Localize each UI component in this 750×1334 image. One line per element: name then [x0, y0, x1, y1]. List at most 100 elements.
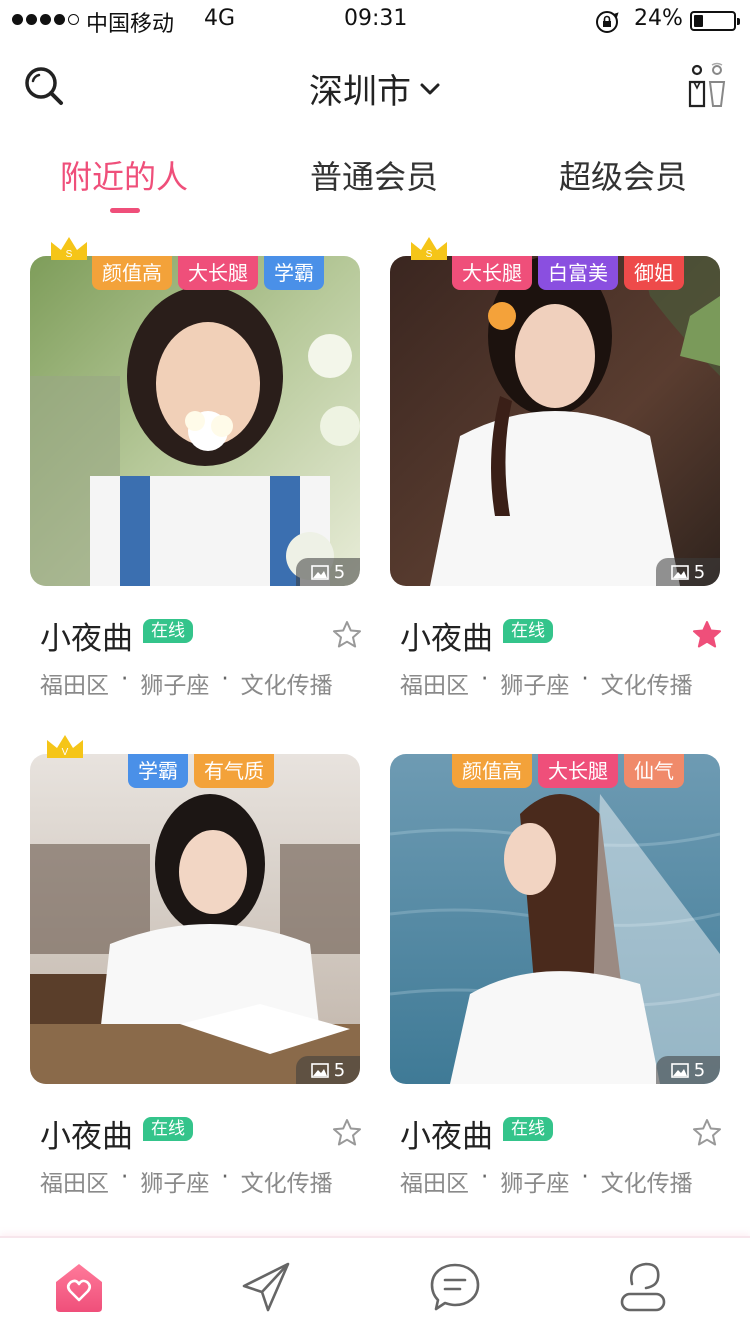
- paper-plane-icon[interactable]: [240, 1260, 294, 1314]
- name-row: 小夜曲 在线: [40, 1108, 362, 1158]
- photo-count-badge: 5: [656, 558, 720, 586]
- separator-dot: ·: [121, 1164, 129, 1190]
- user-name: 小夜曲: [400, 620, 493, 657]
- user-district: 福田区: [40, 673, 109, 699]
- image-icon: [670, 1062, 689, 1078]
- user-name: 小夜曲: [400, 1118, 493, 1155]
- photo-count: 5: [693, 1059, 706, 1081]
- name-row: 小夜曲 在线: [400, 610, 722, 660]
- separator-dot: ·: [581, 666, 589, 692]
- photo-count-badge: 5: [296, 1056, 360, 1084]
- crown-letter: S: [426, 249, 433, 260]
- crown-icon: S: [51, 237, 87, 260]
- online-badge: 在线: [503, 619, 553, 643]
- user-info: 福田区 · 狮子座 · 文化传播: [400, 1164, 693, 1198]
- user-industry: 文化传播: [240, 1171, 333, 1197]
- user-industry: 文化传播: [600, 1171, 693, 1197]
- tab-regular-members[interactable]: 普通会员: [310, 152, 438, 198]
- photo-count-badge: 5: [656, 1056, 720, 1084]
- online-badge: 在线: [503, 1117, 553, 1141]
- image-icon: [310, 1062, 329, 1078]
- user-photo[interactable]: 5: [30, 256, 360, 586]
- user-name: 小夜曲: [40, 1118, 133, 1155]
- separator-dot: ·: [481, 1164, 489, 1190]
- tag-list: 大长腿 白富美 御姐: [452, 256, 684, 290]
- separator-dot: ·: [581, 1164, 589, 1190]
- user-industry: 文化传播: [240, 673, 333, 699]
- crown-icon: S: [411, 237, 447, 260]
- active-tab-indicator: [110, 208, 140, 213]
- tag-list: 学霸 有气质: [128, 754, 274, 788]
- favorite-star-icon[interactable]: [692, 1118, 722, 1148]
- crown-letter: S: [66, 249, 73, 260]
- tag-label: 有气质: [194, 754, 274, 788]
- tag-label: 学霸: [128, 754, 188, 788]
- portrait-photo: [30, 256, 360, 586]
- user-photo[interactable]: 5: [390, 256, 720, 586]
- status-bar: 中国移动 4G 09:31 24%: [0, 0, 750, 40]
- separator-dot: ·: [221, 666, 229, 692]
- tag-label: 白富美: [538, 256, 618, 290]
- name-row: 小夜曲 在线: [40, 610, 362, 660]
- couple-icon[interactable]: [684, 62, 730, 110]
- favorite-star-icon[interactable]: [692, 620, 722, 650]
- photo-count: 5: [333, 561, 346, 583]
- user-zodiac: 狮子座: [500, 673, 570, 699]
- separator-dot: ·: [481, 666, 489, 692]
- separator-dot: ·: [221, 1164, 229, 1190]
- city-selector[interactable]: 深圳市: [0, 64, 750, 113]
- profile-icon[interactable]: [616, 1260, 670, 1314]
- user-name: 小夜曲: [40, 620, 133, 657]
- chevron-down-icon: [420, 83, 440, 94]
- user-card[interactable]: 5 学霸 有气质 V 小夜曲 在线 福田区 · 狮子座 · 文化传播: [30, 735, 362, 1204]
- portrait-photo: [390, 754, 720, 1084]
- crown-letter: V: [62, 747, 69, 758]
- favorite-star-icon[interactable]: [332, 620, 362, 650]
- user-info: 福田区 · 狮子座 · 文化传播: [40, 1164, 333, 1198]
- image-icon: [670, 564, 689, 580]
- network-type: 4G: [204, 6, 236, 31]
- chat-bubble-icon[interactable]: [428, 1260, 482, 1314]
- online-badge: 在线: [143, 1117, 193, 1141]
- portrait-photo: [390, 256, 720, 586]
- photo-count: 5: [693, 561, 706, 583]
- portrait-photo: [30, 754, 360, 1084]
- user-photo[interactable]: 5: [390, 754, 720, 1084]
- user-info: 福田区 · 狮子座 · 文化传播: [40, 666, 333, 700]
- user-district: 福田区: [400, 673, 469, 699]
- tab-nearby[interactable]: 附近的人: [60, 152, 188, 198]
- rotation-lock-icon: [596, 11, 619, 33]
- user-district: 福田区: [400, 1171, 469, 1197]
- battery-icon: [690, 11, 740, 31]
- photo-count-badge: 5: [296, 558, 360, 586]
- user-photo[interactable]: 5: [30, 754, 360, 1084]
- name-row: 小夜曲 在线: [400, 1108, 722, 1158]
- tag-label: 大长腿: [452, 256, 532, 290]
- online-badge: 在线: [143, 619, 193, 643]
- home-heart-icon[interactable]: [52, 1260, 106, 1314]
- user-district: 福田区: [40, 1171, 109, 1197]
- carrier-name: 中国移动: [86, 12, 175, 37]
- tag-label: 学霸: [264, 256, 324, 290]
- user-info: 福田区 · 狮子座 · 文化传播: [400, 666, 693, 700]
- battery-percentage: 24%: [634, 6, 683, 31]
- bottom-tab-bar: [0, 1236, 750, 1334]
- user-zodiac: 狮子座: [140, 1171, 210, 1197]
- tag-label: 大长腿: [178, 256, 258, 290]
- category-tabs: 附近的人 普通会员 超级会员: [0, 140, 750, 220]
- tag-label: 颜值高: [452, 754, 532, 788]
- tag-label: 仙气: [624, 754, 684, 788]
- user-card[interactable]: 5 颜值高 大长腿 仙气 小夜曲 在线 福田区 · 狮子座 · 文化传播: [390, 754, 722, 1204]
- user-card[interactable]: 5 颜值高 大长腿 学霸 S 小夜曲 在线 福田区 · 狮子座 · 文化传播: [30, 237, 362, 706]
- favorite-star-icon[interactable]: [332, 1118, 362, 1148]
- tag-label: 颜值高: [92, 256, 172, 290]
- city-name: 深圳市: [309, 72, 411, 112]
- crown-icon: V: [47, 735, 83, 758]
- battery-level: [694, 15, 703, 27]
- user-card[interactable]: 5 大长腿 白富美 御姐 S 小夜曲 在线 福田区 · 狮子座 · 文化传播: [390, 237, 722, 706]
- separator-dot: ·: [121, 666, 129, 692]
- tag-list: 颜值高 大长腿 学霸: [92, 256, 324, 290]
- tag-label: 大长腿: [538, 754, 618, 788]
- tab-super-members[interactable]: 超级会员: [559, 152, 687, 198]
- image-icon: [310, 564, 329, 580]
